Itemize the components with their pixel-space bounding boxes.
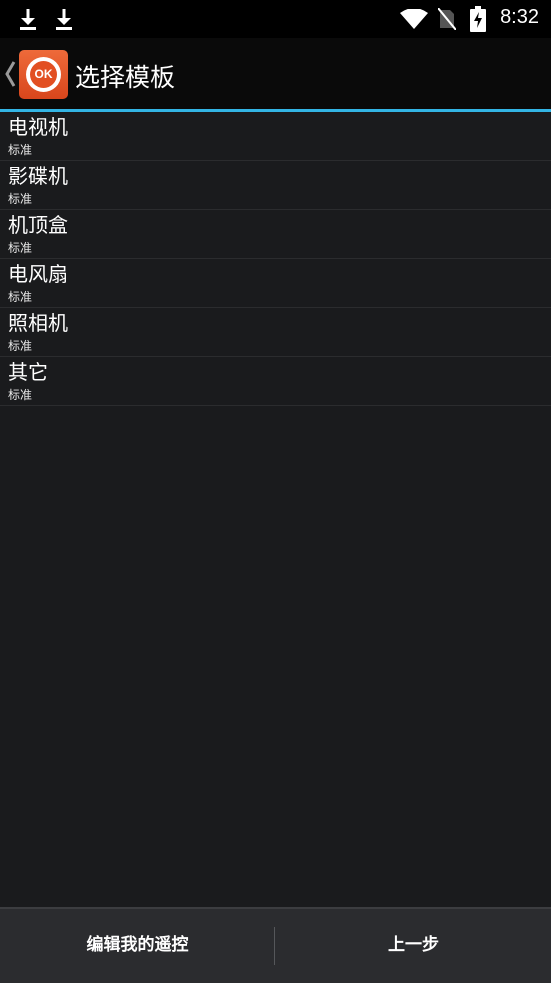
logo-ok-label: OK <box>30 61 57 88</box>
download-icon <box>56 9 72 30</box>
list-item[interactable]: 电视机 标准 <box>0 112 551 161</box>
bottom-button-bar: 编辑我的遥控 上一步 <box>0 907 551 983</box>
list-item[interactable]: 照相机 标准 <box>0 308 551 357</box>
item-title: 电视机 <box>8 115 68 139</box>
back-chevron-icon[interactable] <box>4 60 16 88</box>
list-item[interactable]: 电风扇 标准 <box>0 259 551 308</box>
template-list: 电视机 标准 影碟机 标准 机顶盒 标准 电风扇 标准 照相机 标准 其它 标准 <box>0 112 551 406</box>
page-title: 选择模板 <box>75 63 176 92</box>
item-subtitle: 标准 <box>8 192 33 206</box>
item-subtitle: 标准 <box>8 388 33 402</box>
app-logo[interactable]: OK <box>19 50 68 99</box>
item-title: 电风扇 <box>8 262 68 286</box>
list-item[interactable]: 影碟机 标准 <box>0 161 551 210</box>
previous-step-button[interactable]: 上一步 <box>276 909 551 983</box>
list-item[interactable]: 机顶盒 标准 <box>0 210 551 259</box>
download-icon <box>20 9 36 30</box>
item-title: 影碟机 <box>8 164 68 188</box>
button-divider <box>274 927 275 965</box>
item-subtitle: 标准 <box>8 241 33 255</box>
no-sim-icon <box>438 8 456 30</box>
item-title: 机顶盒 <box>8 213 68 237</box>
item-subtitle: 标准 <box>8 290 33 304</box>
item-title: 照相机 <box>8 311 68 335</box>
item-subtitle: 标准 <box>8 143 33 157</box>
item-subtitle: 标准 <box>8 339 33 353</box>
clock: 8:32 <box>500 6 539 28</box>
list-item[interactable]: 其它 标准 <box>0 357 551 406</box>
action-bar: OK 选择模板 <box>0 38 551 109</box>
item-title: 其它 <box>8 360 48 384</box>
battery-charging-icon <box>470 6 486 32</box>
status-bar: 8:32 <box>0 0 551 38</box>
edit-my-remote-button[interactable]: 编辑我的遥控 <box>0 909 275 983</box>
wifi-icon <box>400 9 428 29</box>
